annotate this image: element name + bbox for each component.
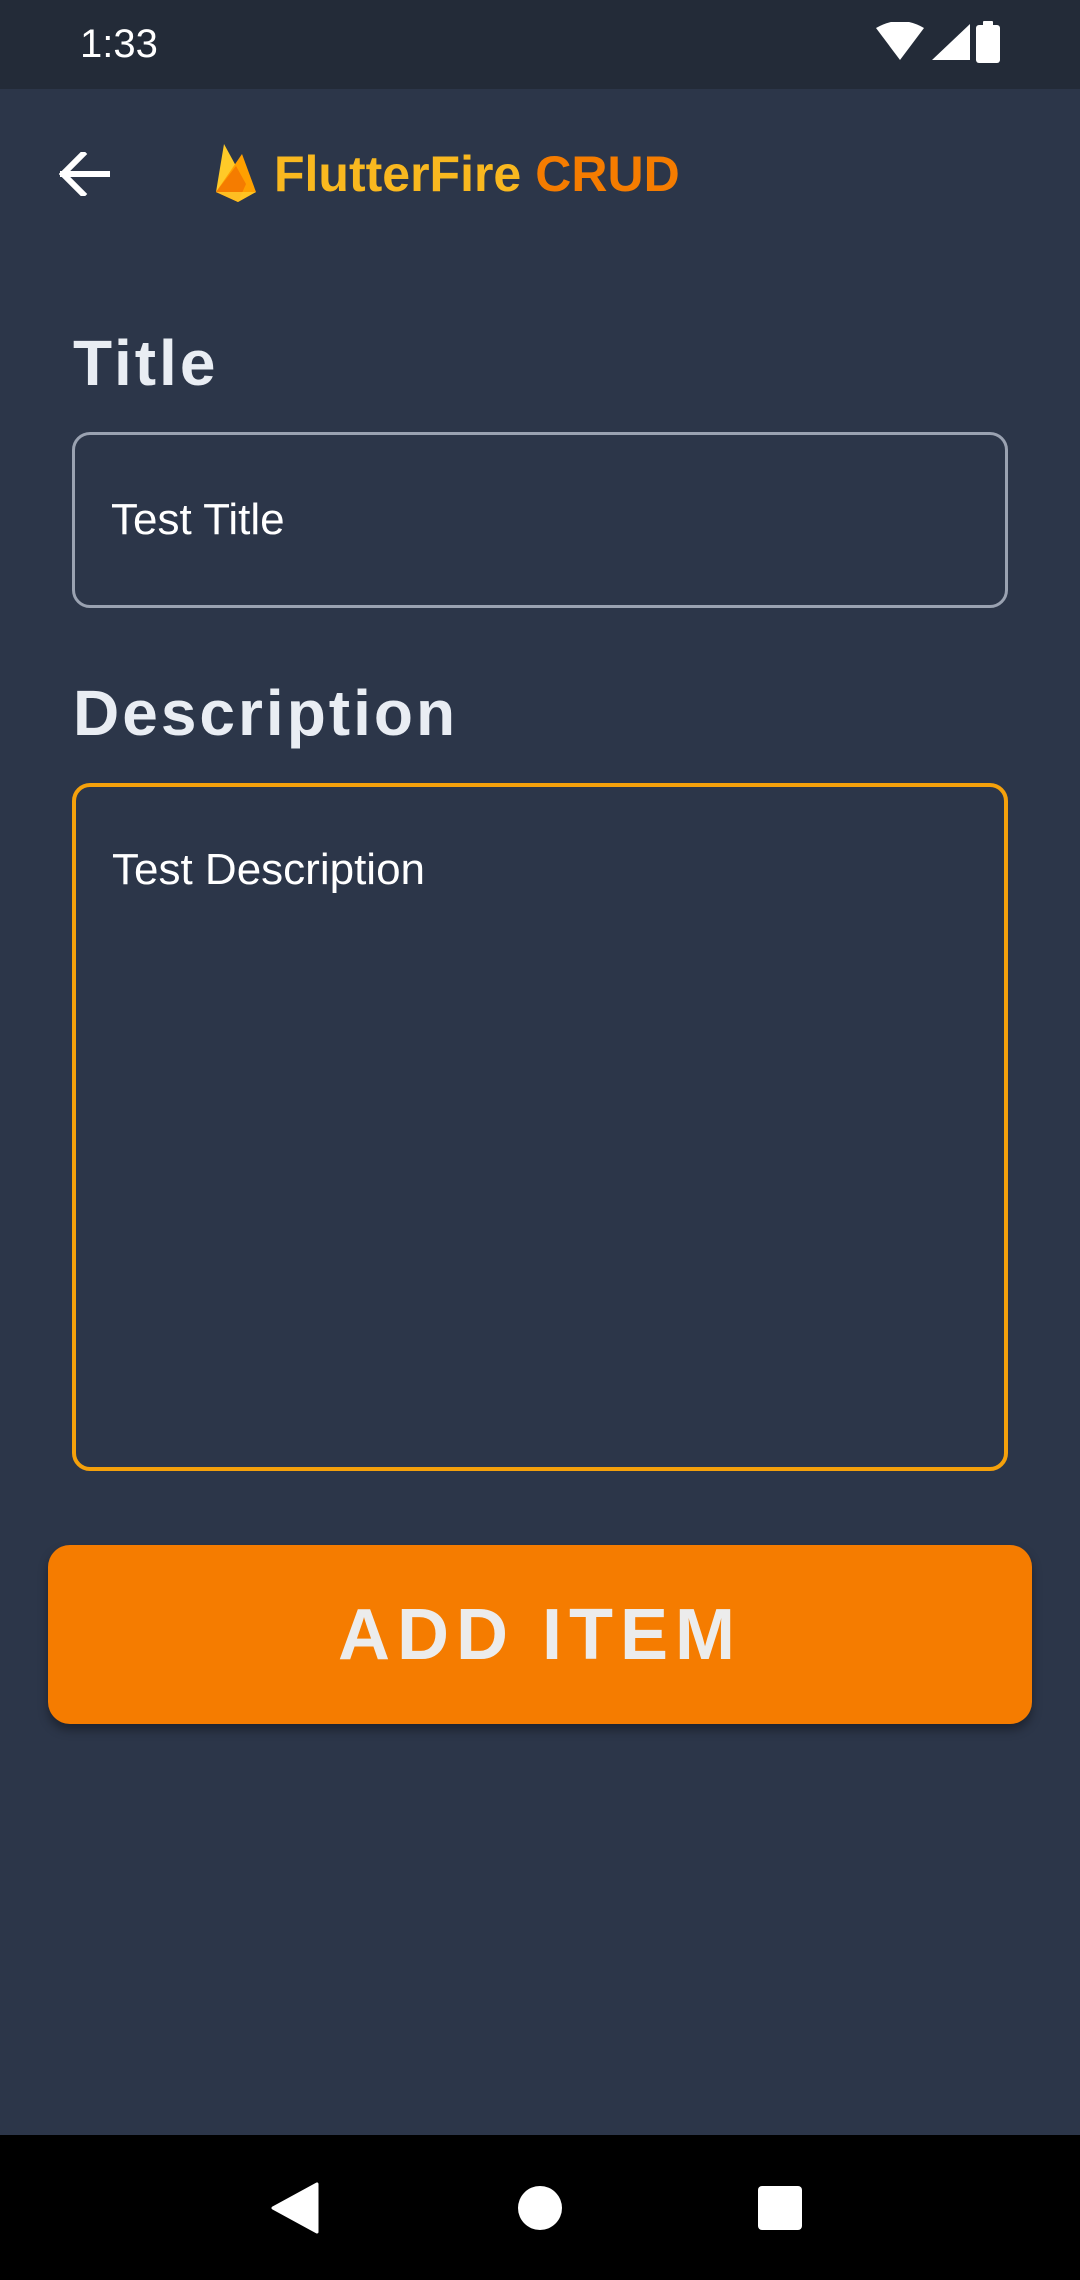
wifi-icon bbox=[876, 20, 924, 67]
firebase-flame-icon bbox=[216, 144, 256, 202]
title-input-value: Test Title bbox=[111, 495, 285, 544]
description-input[interactable]: Test Description bbox=[72, 783, 1008, 1471]
cell-signal-icon bbox=[930, 22, 970, 67]
app-title-flutterfire: FlutterFire bbox=[274, 146, 522, 202]
nav-home-button[interactable] bbox=[480, 2135, 600, 2280]
app-brand: FlutterFire CRUD bbox=[212, 141, 680, 207]
app-bar: FlutterFire CRUD bbox=[0, 89, 1080, 259]
description-label: Description bbox=[73, 677, 459, 749]
add-item-button[interactable]: ADD ITEM bbox=[48, 1545, 1032, 1724]
home-circle-icon bbox=[518, 2185, 562, 2230]
nav-recents-button[interactable] bbox=[720, 2135, 840, 2280]
back-triangle-icon bbox=[271, 2182, 319, 2233]
title-label: Title bbox=[73, 327, 219, 399]
status-icons bbox=[876, 20, 1000, 68]
arrow-back-icon bbox=[59, 152, 110, 196]
nav-back-button[interactable] bbox=[235, 2135, 355, 2280]
recents-square-icon bbox=[758, 2185, 802, 2230]
app-title-crud: CRUD bbox=[535, 146, 680, 202]
status-bar: 1:33 bbox=[0, 0, 1080, 89]
description-input-value: Test Description bbox=[112, 845, 426, 894]
title-input[interactable]: Test Title bbox=[72, 432, 1008, 608]
status-time: 1:33 bbox=[80, 22, 158, 66]
back-button[interactable] bbox=[40, 129, 130, 219]
battery-icon bbox=[976, 20, 1000, 68]
system-nav-bar bbox=[0, 2135, 1080, 2280]
add-item-button-label: ADD ITEM bbox=[338, 1594, 742, 1675]
